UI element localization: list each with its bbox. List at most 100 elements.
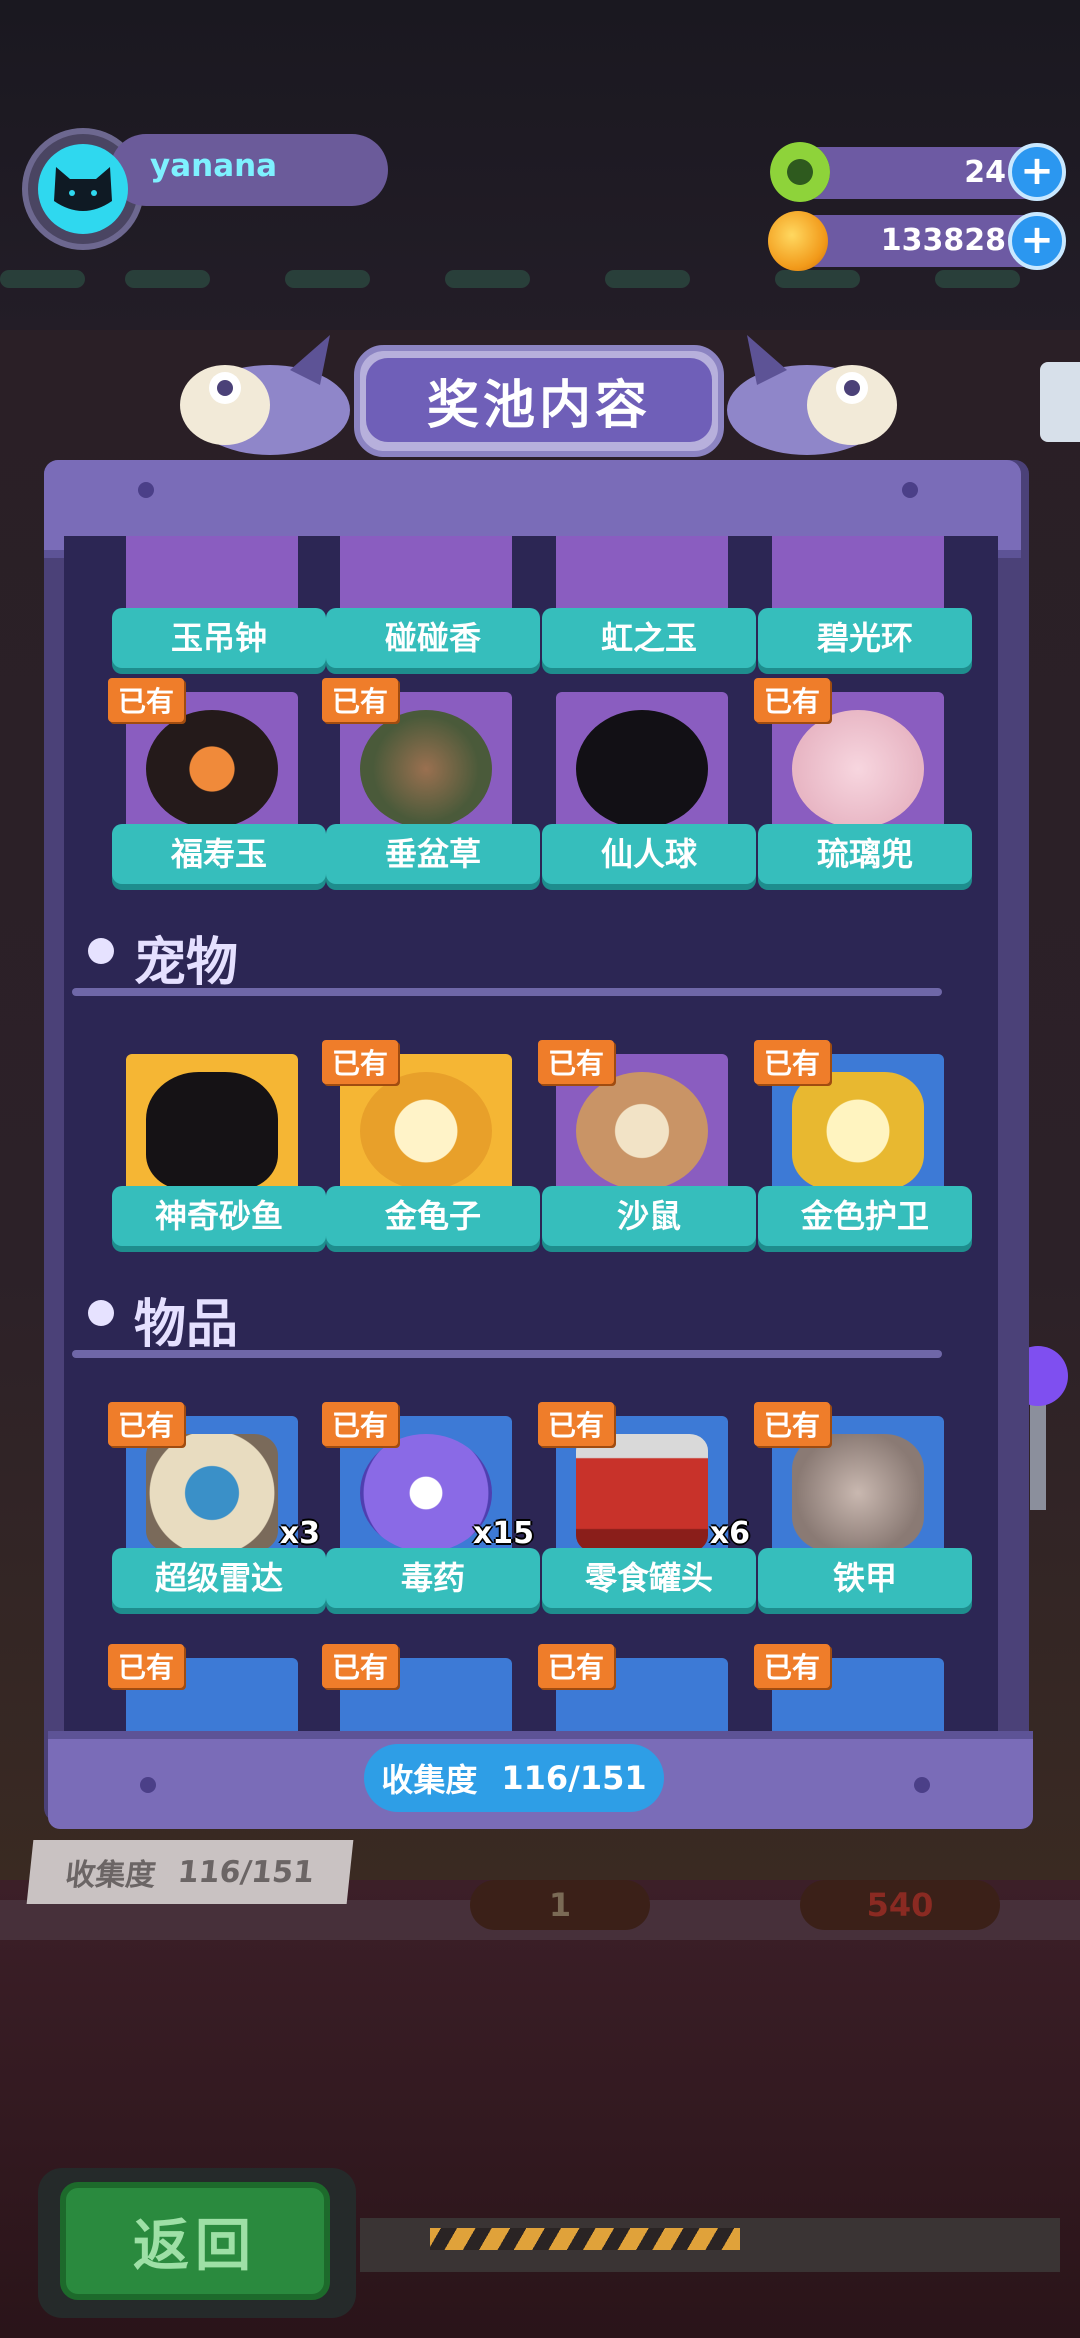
owned-badge: 已有 <box>108 1402 185 1446</box>
prize-card[interactable]: 已有 <box>322 1644 540 1731</box>
bolt-icon <box>902 482 918 498</box>
collection-progress-label: 收集度 <box>381 1761 478 1799</box>
prize-name: 沙鼠 <box>542 1186 756 1246</box>
background-price: 540 <box>800 1880 1000 1930</box>
prize-card[interactable]: 已有 垂盆草 <box>322 678 540 888</box>
radar-icon <box>146 1434 278 1552</box>
prize-name: 零食罐头 <box>542 1548 756 1608</box>
section-title-items: 物品 <box>134 1295 239 1355</box>
stonecrop-icon <box>360 710 492 828</box>
prize-name: 碧光环 <box>758 608 972 668</box>
panel-title: 奖池内容 <box>366 358 712 442</box>
hazard-stripe <box>430 2228 740 2250</box>
add-gold-currency-button[interactable]: + <box>1008 212 1066 270</box>
prize-card[interactable]: 已有 x15 毒药 <box>322 1402 540 1612</box>
prize-card[interactable]: 已有 琉璃兜 <box>754 678 972 888</box>
prize-name: 铁甲 <box>758 1548 972 1608</box>
prize-thumbnail <box>126 536 298 618</box>
bolt-icon <box>138 482 154 498</box>
username: yanana <box>150 148 278 184</box>
prize-name: 虹之玉 <box>542 608 756 668</box>
prize-card[interactable]: 碰碰香 <box>326 536 540 672</box>
prize-name: 碰碰香 <box>326 608 540 668</box>
owned-badge: 已有 <box>538 1402 615 1446</box>
snack-can-icon <box>576 1434 708 1552</box>
prize-name: 福寿玉 <box>112 824 326 884</box>
owned-badge: 已有 <box>322 678 399 722</box>
prize-name: 神奇砂鱼 <box>112 1186 326 1246</box>
prize-name: 金色护卫 <box>758 1186 972 1246</box>
owned-badge: 已有 <box>108 678 185 722</box>
owned-badge: 已有 <box>754 1040 831 1084</box>
prize-card[interactable]: 已有 x6 零食罐头 <box>538 1402 756 1612</box>
section-divider <box>72 988 942 996</box>
prize-name: 垂盆草 <box>326 824 540 884</box>
prize-name: 仙人球 <box>542 824 756 884</box>
prize-name: 毒药 <box>326 1548 540 1608</box>
prize-name: 金龟子 <box>326 1186 540 1246</box>
prize-card[interactable]: 玉吊钟 <box>112 536 326 672</box>
prize-name: 玉吊钟 <box>112 608 326 668</box>
item-quantity: x15 <box>472 1516 534 1551</box>
owned-badge: 已有 <box>538 1040 615 1084</box>
prize-list-scroll[interactable]: 玉吊钟 碰碰香 虹之玉 碧光环 已有 福寿玉 已有 垂盆草 仙人球 已有 琉璃兜… <box>64 536 998 1731</box>
prize-thumbnail <box>556 692 728 834</box>
owned-badge: 已有 <box>108 1644 185 1688</box>
bolt-icon <box>914 1777 930 1793</box>
prize-card[interactable]: 已有 <box>538 1644 756 1731</box>
prize-card[interactable]: 仙人球 <box>542 692 756 888</box>
sand-fish-icon <box>146 1072 278 1190</box>
prize-card[interactable]: 已有 <box>754 1644 972 1731</box>
prize-card[interactable]: 虹之玉 <box>542 536 756 672</box>
background-lights <box>0 270 1080 290</box>
owned-badge: 已有 <box>538 1644 615 1688</box>
prize-thumbnail <box>772 536 944 618</box>
green-gem-icon <box>770 142 830 202</box>
prize-name: 琉璃兜 <box>758 824 972 884</box>
owned-badge: 已有 <box>322 1402 399 1446</box>
prize-card[interactable]: 已有 <box>108 1644 326 1731</box>
section-divider <box>72 1350 942 1358</box>
cactus-ball-icon <box>576 710 708 828</box>
prize-thumbnail <box>340 536 512 618</box>
gold-coin-icon <box>768 211 828 271</box>
owned-badge: 已有 <box>754 1644 831 1688</box>
gerbil-icon <box>576 1072 708 1190</box>
green-currency-value: 24 <box>964 155 1006 190</box>
golden-guard-icon <box>792 1072 924 1190</box>
glass-pocket-icon <box>792 710 924 828</box>
prize-name: 超级雷达 <box>112 1548 326 1608</box>
fortune-jade-icon <box>146 710 278 828</box>
avatar[interactable] <box>38 144 128 234</box>
prize-card[interactable]: 已有 铁甲 <box>754 1402 972 1612</box>
iron-armor-icon <box>792 1434 924 1552</box>
prize-card[interactable]: 已有 金龟子 <box>322 1040 540 1250</box>
prize-card[interactable]: 神奇砂鱼 <box>112 1054 326 1250</box>
prize-card[interactable]: 已有 沙鼠 <box>538 1040 756 1250</box>
fish-decoration-icon <box>180 335 350 455</box>
item-quantity: x6 <box>709 1516 750 1551</box>
collection-progress: 收集度 116/151 <box>364 1744 664 1812</box>
collection-progress-value: 116/151 <box>501 1759 647 1797</box>
owned-badge: 已有 <box>754 678 831 722</box>
prize-thumbnail <box>556 536 728 618</box>
back-button[interactable]: 返回 <box>60 2182 330 2300</box>
prize-card[interactable]: 已有 金色护卫 <box>754 1040 972 1250</box>
gold-currency-value: 133828 <box>880 223 1006 258</box>
cat-face-icon <box>54 167 112 211</box>
bolt-icon <box>140 1777 156 1793</box>
prize-card[interactable]: 已有 x3 超级雷达 <box>108 1402 326 1612</box>
section-title-pets: 宠物 <box>134 933 239 993</box>
side-scissors-button[interactable] <box>1040 362 1080 442</box>
background-count: 1 <box>470 1880 650 1930</box>
background-progress-value: 116/151 <box>176 1854 316 1890</box>
item-quantity: x3 <box>279 1516 320 1551</box>
add-green-currency-button[interactable]: + <box>1008 143 1066 201</box>
prize-card[interactable]: 已有 福寿玉 <box>108 678 326 888</box>
fish-decoration-icon <box>727 335 897 455</box>
section-bullet <box>88 938 114 964</box>
owned-badge: 已有 <box>754 1402 831 1446</box>
background-progress-label: 收集度 <box>63 1858 158 1893</box>
prize-thumbnail <box>126 1054 298 1196</box>
prize-card[interactable]: 碧光环 <box>758 536 972 672</box>
